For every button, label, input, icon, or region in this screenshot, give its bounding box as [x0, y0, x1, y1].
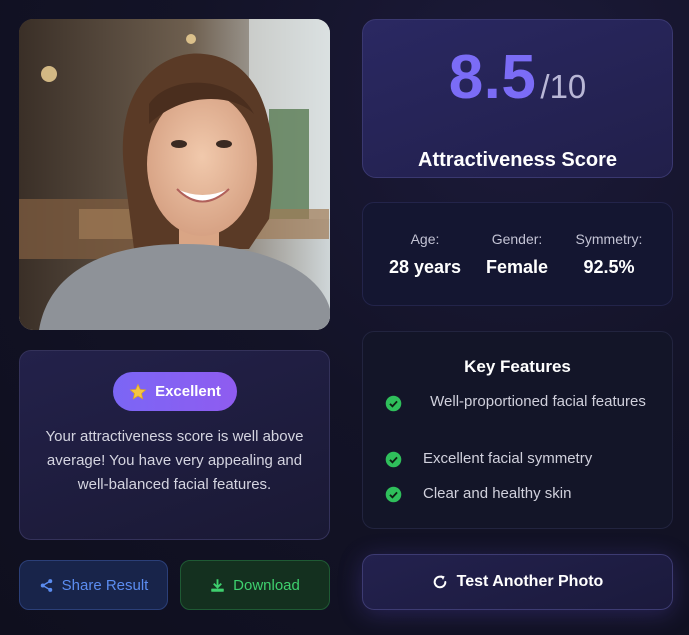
stat-age-label: Age: [410, 231, 440, 247]
stat-symmetry: Symmetry: 92.5% [559, 231, 659, 278]
download-icon [211, 578, 224, 592]
check-circle-icon [385, 451, 402, 468]
result-description: Your attractiveness score is well above … [45, 428, 304, 493]
stat-symmetry-label: Symmetry: [575, 231, 643, 247]
score-max: /10 [540, 68, 587, 105]
score-line: 8.5/10 [363, 42, 672, 113]
key-features-card: Key Features Well-proportioned facial fe… [362, 331, 673, 529]
feature-text: Well-proportioned facial features [430, 393, 646, 410]
key-features-title: Key Features [464, 357, 571, 376]
feature-item: Clear and healthy skin [385, 482, 654, 507]
feature-item: Well-proportioned facial features [385, 390, 654, 438]
stats-card: Age: 28 years Gender: Female Symmetry: 9… [362, 202, 673, 306]
portrait-photo [19, 19, 330, 330]
stat-age: Age: 28 years [375, 231, 475, 278]
feature-text: Excellent facial symmetry [423, 450, 593, 467]
share-icon [40, 578, 52, 592]
stat-symmetry-value: 92.5% [583, 257, 635, 277]
star-icon [129, 383, 147, 400]
stat-gender-label: Gender: [491, 231, 543, 247]
rating-badge-label: Excellent [155, 383, 221, 400]
rating-badge: Excellent [113, 372, 237, 411]
test-another-photo-button[interactable]: Test Another Photo [362, 554, 673, 610]
share-result-label: Share Result [61, 576, 149, 594]
feature-text: Clear and healthy skin [423, 485, 572, 502]
result-card: Excellent Your attractiveness score is w… [19, 350, 330, 540]
test-another-photo-label: Test Another Photo [456, 573, 604, 590]
score-card: 8.5/10 Attractiveness Score [362, 19, 673, 178]
download-button[interactable]: Download [180, 560, 330, 610]
score-value: 8.5 [448, 43, 537, 112]
stat-age-value: 28 years [388, 257, 462, 277]
check-circle-icon [385, 486, 402, 503]
check-circle-icon [385, 395, 402, 412]
refresh-icon [433, 575, 447, 589]
stat-gender-value: Female [485, 257, 549, 277]
share-result-button[interactable]: Share Result [19, 560, 168, 610]
download-label: Download [233, 576, 300, 594]
score-label: Attractiveness Score [418, 149, 617, 171]
stat-gender: Gender: Female [467, 231, 567, 278]
feature-item: Excellent facial symmetry [385, 447, 654, 472]
